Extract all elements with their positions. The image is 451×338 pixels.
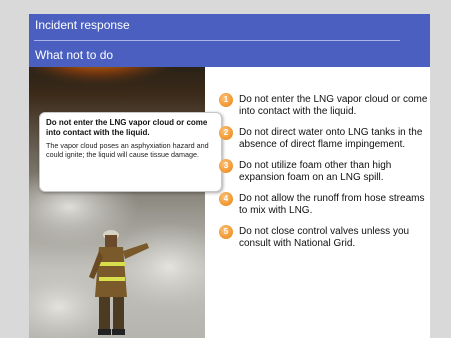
list-item: 2 Do not direct water onto LNG tanks in … <box>219 126 430 151</box>
list-item: 4 Do not allow the runoff from hose stre… <box>219 192 430 217</box>
list-item-text: Do not direct water onto LNG tanks in th… <box>239 127 423 150</box>
list-item-text: Do not allow the runoff from hose stream… <box>239 193 425 216</box>
slide-subtitle: What not to do <box>35 48 114 62</box>
list-item: 1 Do not enter the LNG vapor cloud or co… <box>219 93 430 118</box>
number-badge: 4 <box>219 192 233 206</box>
number-badge: 2 <box>219 126 233 140</box>
callout-box: Do not enter the LNG vapor cloud or come… <box>39 112 222 192</box>
list-item: 5 Do not close control valves unless you… <box>219 225 430 250</box>
number-badge: 3 <box>219 159 233 173</box>
callout-heading: Do not enter the LNG vapor cloud or come… <box>46 118 208 137</box>
list-item-text: Do not close control valves unless you c… <box>239 226 410 249</box>
do-not-list: 1 Do not enter the LNG vapor cloud or co… <box>219 93 430 259</box>
list-item-text: Do not enter the LNG vapor cloud or come… <box>239 94 428 117</box>
callout-body: The vapor cloud poses an asphyxiation ha… <box>46 141 209 159</box>
slide-header: Incident response What not to do <box>29 14 430 67</box>
firefighter-illustration <box>29 67 205 338</box>
list-item-text: Do not utilize foam other than high expa… <box>239 160 392 183</box>
number-badge: 5 <box>219 225 233 239</box>
slide: Incident response What not to do Do not … <box>29 14 430 338</box>
number-badge: 1 <box>219 93 233 107</box>
header-divider <box>34 40 400 41</box>
list-item: 3 Do not utilize foam other than high ex… <box>219 159 430 184</box>
firefighter-photo <box>29 67 205 338</box>
slide-title: Incident response <box>35 18 130 32</box>
